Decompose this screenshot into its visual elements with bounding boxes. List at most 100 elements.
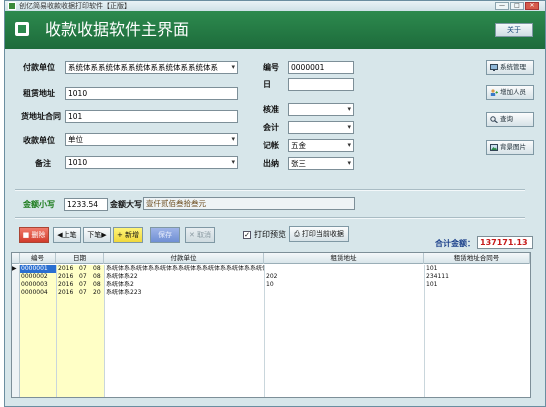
table-header: 编号 日期 付款单位 租赁地址 租赁地址合同号 <box>12 253 530 264</box>
delete-label: 删除 <box>31 231 46 239</box>
table-row[interactable]: 0000003 2016 07 08 系统体系2 10 101 <box>12 281 530 289</box>
print-preview-checkbox[interactable]: ✓ <box>243 231 251 239</box>
amount-big-field: 壹仟贰佰叁拾叁元 <box>143 197 355 210</box>
table-cell-year[interactable]: 2016 <box>57 281 75 289</box>
column-header-contract[interactable]: 租赁地址合同号 <box>424 253 530 264</box>
lease-contract-field[interactable]: 101 <box>65 110 238 123</box>
column-header-address[interactable]: 租赁地址 <box>264 253 424 264</box>
checker-select[interactable] <box>288 103 354 116</box>
bookkeeper-select[interactable]: 五金 <box>288 139 354 152</box>
table-cell-month[interactable]: 07 <box>78 289 88 297</box>
payee-select[interactable]: 单位 <box>65 133 238 146</box>
accountant-select[interactable] <box>288 121 354 134</box>
title-bar[interactable]: 创亿简易收款收据打印软件【正版】 — □ ✕ <box>5 1 545 11</box>
table-cell-year[interactable]: 2016 <box>57 289 75 297</box>
accountant-label: 会计 <box>263 123 279 132</box>
payer-select[interactable]: 系统体系系统体系系统体系系统体系系统体系 <box>65 61 238 74</box>
printer-icon: ⎙ <box>294 230 302 238</box>
column-header-date[interactable]: 日期 <box>56 253 104 264</box>
save-button[interactable]: 保存 <box>150 227 180 243</box>
column-header-number[interactable]: 编号 <box>20 253 56 264</box>
user-add-icon <box>490 89 498 96</box>
table-cell-day[interactable]: 08 <box>92 281 104 289</box>
table-cell-payer[interactable]: 系统体系2 <box>105 281 264 289</box>
prev-button[interactable]: ◀上笔 <box>53 227 81 243</box>
table-cell-payer[interactable]: 系统体系系统体系系统体系系统体系系统体系系统体系系统体系1010 <box>105 265 264 273</box>
receipt-table[interactable]: 编号 日期 付款单位 租赁地址 租赁地址合同号 ▶ 0000001 2016 07 08… <box>11 252 531 398</box>
table-cell-year[interactable]: 2016 <box>57 265 75 273</box>
delete-button[interactable]: ■ 删除 <box>19 227 49 243</box>
app-icon <box>8 2 16 10</box>
payee-label: 收款单位 <box>23 136 55 145</box>
system-settings-label: 系统管理 <box>500 63 526 71</box>
table-cell-contract[interactable]: 101 <box>425 265 530 273</box>
payer-label: 付款单位 <box>23 63 55 72</box>
next-button[interactable]: 下笔▶ <box>83 227 111 243</box>
table-cell-payer[interactable]: 系统体系223 <box>105 289 264 297</box>
table-cell-year[interactable]: 2016 <box>57 273 75 281</box>
total-label: 合计金额： <box>435 239 475 248</box>
print-receipt-button[interactable]: ⎙ 打印当前收据 <box>289 226 349 242</box>
table-row[interactable]: ▶ 0000001 2016 07 08 系统体系系统体系系统体系系统体系系统体系系统体系… <box>12 265 530 273</box>
date-field[interactable] <box>288 78 354 91</box>
table-row[interactable]: 0000004 2016 07 20 系统体系223 <box>12 289 530 297</box>
query-label: 查询 <box>500 115 513 123</box>
background-image-button[interactable]: 背景图片 <box>486 140 534 155</box>
window-title: 创亿简易收款收据打印软件【正版】 <box>19 2 131 10</box>
background-image-label: 背景图片 <box>500 143 526 151</box>
plus-icon: + <box>116 231 126 239</box>
table-cell-month[interactable]: 07 <box>78 273 88 281</box>
remark-select[interactable]: 1010 <box>65 156 238 169</box>
column-header-payer[interactable]: 付款单位 <box>104 253 264 264</box>
search-icon <box>490 116 498 123</box>
amount-divider <box>15 217 525 219</box>
lease-address-field[interactable]: 1010 <box>65 87 238 100</box>
table-cell-contract[interactable] <box>425 289 530 297</box>
cancel-button[interactable]: ✕ 取消 <box>185 227 215 243</box>
table-cell-day[interactable]: 20 <box>92 289 104 297</box>
print-receipt-label: 打印当前收据 <box>301 230 344 238</box>
table-cell-address[interactable] <box>265 265 423 273</box>
table-cell-no[interactable]: 0000004 <box>20 289 56 297</box>
checker-label: 核准 <box>263 105 279 114</box>
table-cell-contract[interactable]: 234111 <box>425 273 530 281</box>
arrow-right-icon: ▶ <box>101 231 107 239</box>
table-cell-address[interactable] <box>265 289 423 297</box>
table-cell-payer[interactable]: 系统体系22 <box>105 273 264 281</box>
lease-contract-label: 货地址合同 <box>21 112 61 121</box>
bookkeeper-label: 记帐 <box>263 141 279 150</box>
table-row[interactable]: 0000002 2016 07 08 系统体系22 202 234111 <box>12 273 530 281</box>
close-button[interactable]: ✕ <box>525 2 539 10</box>
table-cell-month[interactable]: 07 <box>78 265 88 273</box>
amount-small-label: 金额小写 <box>23 200 55 209</box>
total-amount: 137171.13 <box>477 236 533 249</box>
amount-small-field[interactable]: 1233.54 <box>64 198 108 211</box>
add-person-button[interactable]: 增加人员 <box>486 85 534 100</box>
number-field[interactable]: 0000001 <box>288 61 354 74</box>
table-cell-no[interactable]: 0000003 <box>20 281 56 289</box>
about-button[interactable]: 关于 <box>495 23 533 37</box>
minimize-button[interactable]: — <box>495 2 509 10</box>
add-person-label: 增加人员 <box>500 88 526 96</box>
table-cell-month[interactable]: 07 <box>78 281 88 289</box>
lease-address-label: 租赁地址 <box>23 89 55 98</box>
picture-icon <box>490 144 498 151</box>
save-label: 保存 <box>158 231 172 239</box>
number-label: 编号 <box>263 63 279 72</box>
table-cell-day[interactable]: 08 <box>92 265 104 273</box>
table-cell-no[interactable]: 0000001 <box>20 265 56 273</box>
table-cell-contract[interactable]: 101 <box>425 281 530 289</box>
new-button[interactable]: + 新增 <box>113 227 143 243</box>
cashier-select[interactable]: 张三 <box>288 157 354 170</box>
cancel-icon: ✕ <box>188 231 198 239</box>
app-header: 收款收据软件主界面 关于 <box>5 11 545 49</box>
table-cell-day[interactable]: 08 <box>92 273 104 281</box>
form-divider <box>15 189 525 191</box>
system-settings-button[interactable]: 系统管理 <box>486 60 534 75</box>
table-cell-address[interactable]: 202 <box>265 273 423 281</box>
maximize-button[interactable]: □ <box>510 2 524 10</box>
header-corner <box>12 253 20 264</box>
table-cell-address[interactable]: 10 <box>265 281 423 289</box>
query-button[interactable]: 查询 <box>486 112 534 127</box>
table-cell-no[interactable]: 0000002 <box>20 273 56 281</box>
